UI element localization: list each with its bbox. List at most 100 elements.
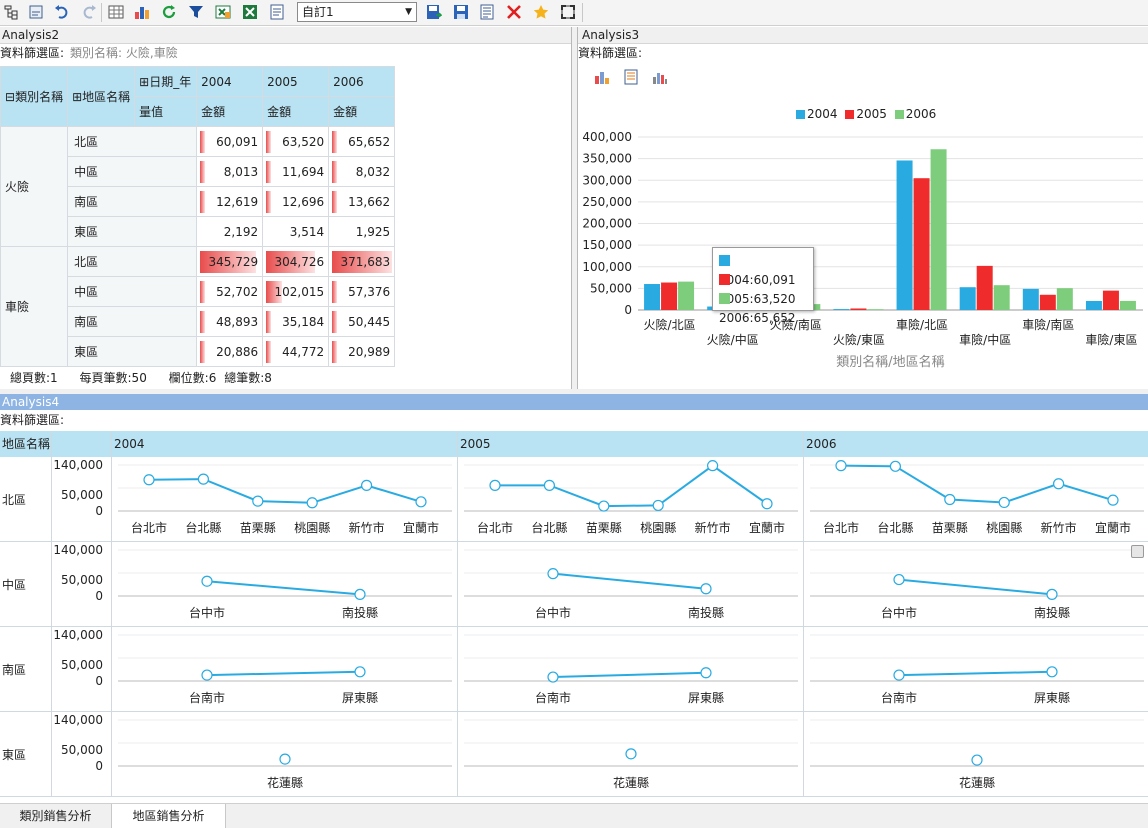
bar-chart-icon[interactable] — [594, 69, 610, 85]
tab-region-sales[interactable]: 地區銷售分析 — [112, 804, 226, 828]
legend-item-2004[interactable]: 2004 — [796, 107, 838, 121]
filter-icon[interactable] — [187, 3, 205, 21]
data-point[interactable] — [1107, 494, 1119, 506]
excel-icon[interactable] — [241, 3, 259, 21]
data-point[interactable] — [252, 495, 264, 507]
redo-icon[interactable] — [80, 3, 98, 21]
refresh-icon[interactable] — [160, 3, 178, 21]
data-point[interactable] — [625, 748, 637, 760]
data-point[interactable] — [279, 753, 291, 765]
data-point[interactable] — [306, 497, 318, 509]
data-point[interactable] — [201, 575, 213, 587]
analysis4-filter: 資料篩選區: — [0, 413, 65, 427]
fullscreen-icon[interactable] — [559, 3, 577, 21]
bar-2004[interactable] — [833, 309, 850, 310]
bar-2006[interactable] — [867, 309, 884, 310]
data-point[interactable] — [1046, 588, 1058, 600]
date-year-header[interactable]: ⊞日期_年 — [134, 66, 198, 97]
tree-icon[interactable] — [2, 3, 20, 21]
bar-2006[interactable] — [1056, 288, 1073, 310]
year-header[interactable]: 2005 — [458, 431, 804, 457]
y-tick-label: 140,000 — [53, 458, 103, 472]
expand-icon[interactable]: ⊞ — [72, 90, 82, 104]
data-point[interactable] — [944, 493, 956, 506]
data-point[interactable] — [598, 500, 610, 512]
data-point[interactable] — [971, 754, 983, 766]
data-point[interactable] — [835, 460, 847, 472]
data-point[interactable] — [197, 473, 210, 485]
data-point[interactable] — [547, 568, 559, 580]
bar-2005[interactable] — [1039, 294, 1056, 310]
tab-category-sales[interactable]: 類別銷售分析 — [0, 804, 112, 828]
table-view-icon[interactable] — [623, 69, 639, 85]
category-header[interactable]: ⊟類別名稱 — [0, 66, 69, 127]
chart-settings-icon[interactable] — [652, 69, 668, 85]
year-header[interactable]: 2006 — [328, 66, 396, 97]
data-point[interactable] — [489, 479, 501, 491]
bar-2006[interactable] — [678, 281, 695, 310]
bar-2005[interactable] — [976, 265, 993, 310]
x-tick-label: 台中市 — [189, 605, 225, 620]
bar-2006[interactable] — [1119, 300, 1136, 310]
bar-2004[interactable] — [644, 284, 661, 310]
export-excel-icon[interactable] — [214, 3, 232, 21]
data-point[interactable] — [354, 588, 366, 600]
view-select[interactable]: 自訂1 ▼ — [297, 2, 417, 22]
bar-2004[interactable] — [1022, 288, 1039, 310]
region-header[interactable]: ⊞地區名稱 — [67, 66, 136, 127]
undo-icon[interactable] — [53, 3, 71, 21]
year-header[interactable]: 2004 — [112, 431, 458, 457]
x-tick-label: 車險/東區 — [1085, 332, 1137, 347]
data-point[interactable] — [361, 479, 373, 491]
scroll-box[interactable] — [1131, 545, 1144, 558]
x-tick-label: 火險/東區 — [833, 332, 885, 347]
data-point[interactable] — [652, 499, 664, 512]
save-icon[interactable] — [452, 3, 470, 21]
bar-2005[interactable] — [913, 178, 930, 310]
data-point[interactable] — [547, 671, 559, 683]
year-header[interactable]: 2004 — [196, 66, 264, 97]
x-axis-title: 類別名稱/地區名稱 — [836, 354, 944, 370]
data-point[interactable] — [415, 496, 427, 508]
data-point[interactable] — [543, 479, 556, 491]
bar-2004[interactable] — [959, 287, 976, 310]
expand-icon[interactable]: ⊞ — [139, 75, 149, 89]
data-point[interactable] — [1046, 666, 1058, 678]
data-point[interactable] — [143, 474, 155, 486]
delete-icon[interactable] — [505, 3, 523, 21]
data-bar — [266, 131, 272, 153]
report-icon[interactable] — [268, 3, 286, 21]
legend-item-2006[interactable]: 2006 — [894, 107, 936, 121]
data-point[interactable] — [893, 669, 905, 681]
data-point[interactable] — [354, 666, 366, 678]
data-point[interactable] — [707, 460, 719, 472]
bar-2005[interactable] — [1102, 290, 1119, 310]
data-point[interactable] — [998, 496, 1010, 509]
data-point[interactable] — [700, 667, 712, 679]
bar-2006[interactable] — [930, 149, 947, 310]
legend-item-2005[interactable]: 2005 — [845, 107, 887, 121]
line-chart: 台南市 屏東縣 — [458, 627, 804, 712]
collapse-icon[interactable]: ⊟ — [5, 90, 15, 104]
chart-icon[interactable] — [133, 3, 151, 21]
layout-icon[interactable] — [478, 3, 496, 21]
bar-2004[interactable] — [896, 160, 913, 310]
data-point[interactable] — [761, 498, 773, 510]
y-tick-label: 50,000 — [61, 657, 103, 672]
bar-2006[interactable] — [993, 285, 1010, 310]
data-point[interactable] — [893, 573, 905, 586]
bar-2005[interactable] — [850, 308, 867, 310]
bar-2005[interactable] — [661, 282, 678, 310]
filter-value[interactable]: 類別名稱: 火險,車險 — [70, 46, 178, 60]
favorite-icon[interactable] — [532, 3, 550, 21]
year-header[interactable]: 2005 — [262, 66, 330, 97]
bar-2004[interactable] — [1085, 300, 1102, 310]
data-point[interactable] — [889, 460, 902, 472]
properties-icon[interactable] — [27, 3, 45, 21]
save-as-icon[interactable] — [425, 3, 443, 21]
data-point[interactable] — [201, 669, 213, 681]
grid-icon[interactable] — [107, 3, 125, 21]
data-point[interactable] — [700, 583, 712, 595]
data-point[interactable] — [1053, 478, 1065, 490]
year-header[interactable]: 2006 — [804, 431, 1148, 457]
